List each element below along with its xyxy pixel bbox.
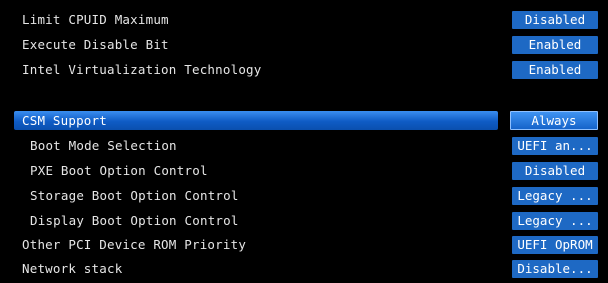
- setting-row-boot-mode-selection[interactable]: Boot Mode Selection UEFI an...: [14, 135, 606, 156]
- setting-value-button[interactable]: Legacy ...: [512, 212, 598, 230]
- setting-row-csm-support[interactable]: CSM Support Always: [14, 110, 606, 131]
- setting-label: CSM Support: [22, 113, 107, 128]
- setting-value-button[interactable]: UEFI an...: [512, 137, 598, 155]
- setting-row-storage-boot-option-control[interactable]: Storage Boot Option Control Legacy ...: [14, 185, 606, 206]
- setting-label: Display Boot Option Control: [30, 213, 239, 228]
- setting-label: PXE Boot Option Control: [30, 163, 208, 178]
- setting-label: Limit CPUID Maximum: [22, 12, 169, 27]
- setting-row-network-stack[interactable]: Network stack Disable...: [14, 258, 606, 279]
- setting-label: Boot Mode Selection: [30, 138, 177, 153]
- setting-value-button[interactable]: UEFI OpROM: [512, 236, 598, 254]
- setting-row-pxe-boot-option-control[interactable]: PXE Boot Option Control Disabled: [14, 160, 606, 181]
- setting-value-button[interactable]: Legacy ...: [512, 187, 598, 205]
- setting-row-intel-virtualization-technology[interactable]: Intel Virtualization Technology Enabled: [14, 59, 606, 80]
- setting-row-other-pci-device-rom-priority[interactable]: Other PCI Device ROM Priority UEFI OpROM: [14, 234, 606, 255]
- setting-label: Other PCI Device ROM Priority: [22, 237, 247, 252]
- setting-value-button[interactable]: Enabled: [512, 36, 598, 54]
- setting-row-display-boot-option-control[interactable]: Display Boot Option Control Legacy ...: [14, 210, 606, 231]
- setting-value-button[interactable]: Always: [510, 111, 598, 130]
- bios-setup-screen: Limit CPUID Maximum Disabled Execute Dis…: [0, 0, 608, 283]
- setting-label: Network stack: [22, 261, 123, 276]
- setting-label: Intel Virtualization Technology: [22, 62, 262, 77]
- setting-value-button[interactable]: Disabled: [512, 162, 598, 180]
- setting-value-button[interactable]: Disabled: [512, 11, 598, 29]
- setting-row-execute-disable-bit[interactable]: Execute Disable Bit Enabled: [14, 34, 606, 55]
- setting-value-button[interactable]: Disable...: [512, 260, 598, 278]
- setting-value-button[interactable]: Enabled: [512, 61, 598, 79]
- setting-row-limit-cpuid-maximum[interactable]: Limit CPUID Maximum Disabled: [14, 9, 606, 30]
- setting-label: Storage Boot Option Control: [30, 188, 239, 203]
- setting-label: Execute Disable Bit: [22, 37, 169, 52]
